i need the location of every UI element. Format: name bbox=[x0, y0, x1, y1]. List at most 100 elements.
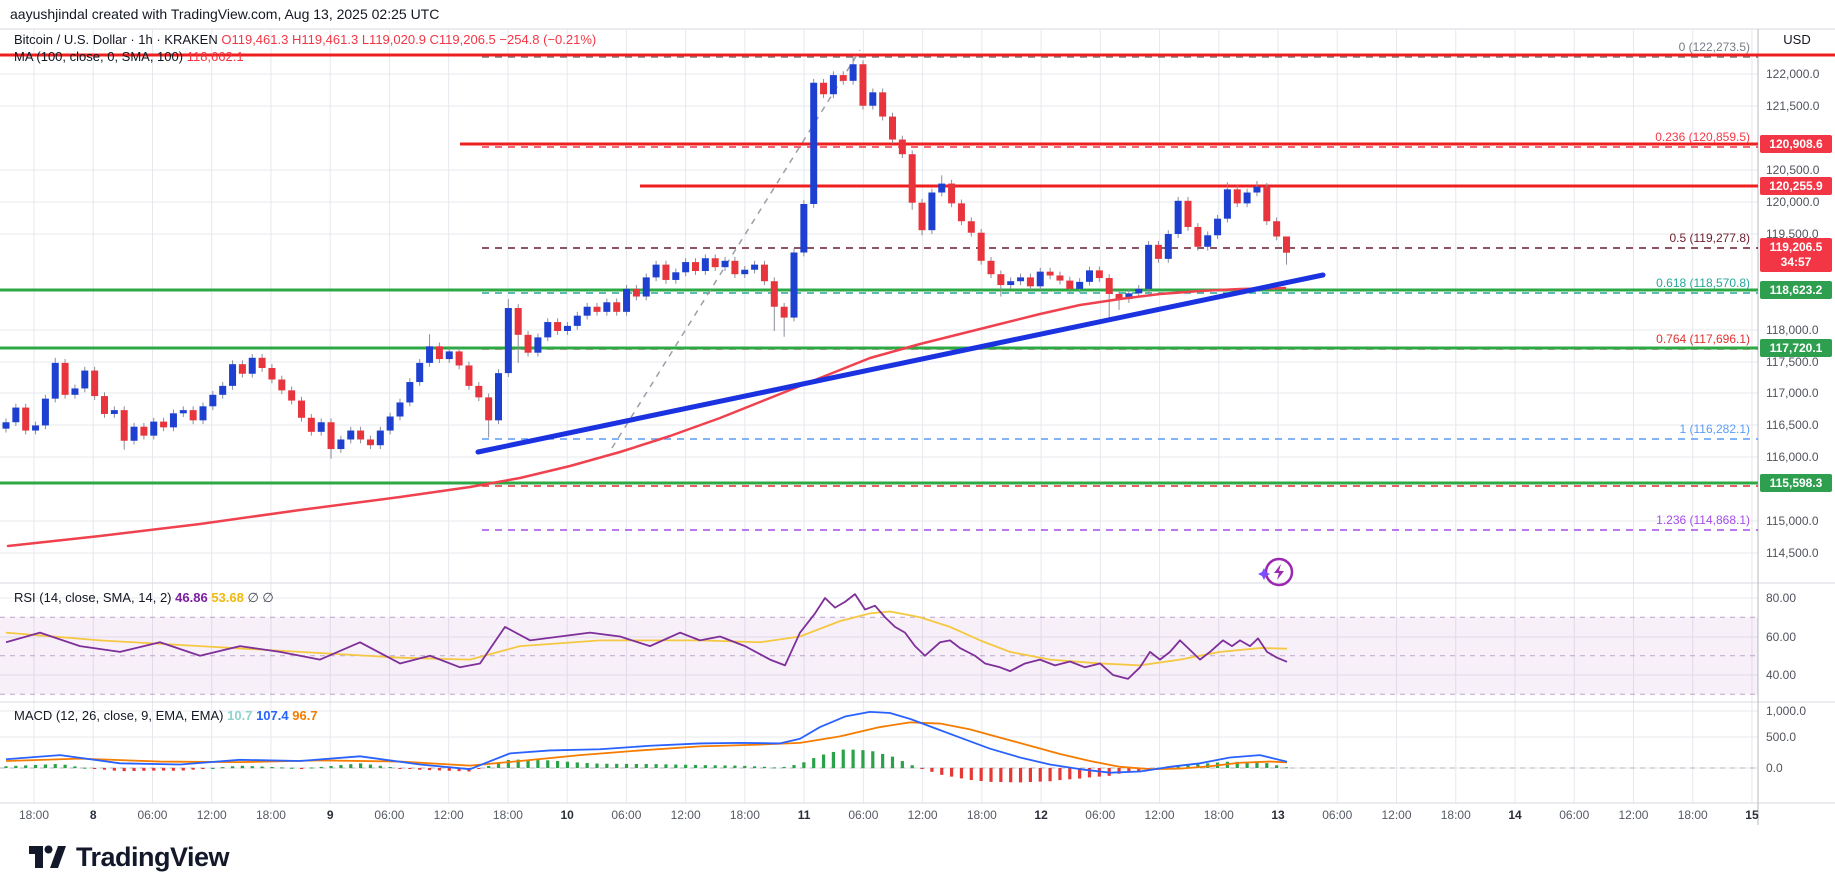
macd-histogram-bar bbox=[359, 763, 362, 768]
time-axis-label[interactable]: 18:00 bbox=[256, 808, 286, 822]
macd-histogram-bar bbox=[64, 765, 67, 768]
price-axis-tick[interactable]: 115,000.0 bbox=[1766, 514, 1819, 528]
candle-body bbox=[584, 307, 591, 316]
time-axis-label[interactable]: 18:00 bbox=[493, 808, 523, 822]
price-axis-tick[interactable]: 500.0 bbox=[1766, 730, 1796, 744]
price-axis-tick[interactable]: 80.00 bbox=[1766, 591, 1796, 605]
price-axis-tick[interactable]: 117,000.0 bbox=[1766, 386, 1819, 400]
time-axis-label[interactable]: 12 bbox=[1034, 808, 1047, 822]
time-axis-label[interactable]: 06:00 bbox=[137, 808, 167, 822]
candle-body bbox=[140, 427, 147, 436]
time-axis-label[interactable]: 14 bbox=[1508, 808, 1521, 822]
symbol-legend[interactable]: Bitcoin / U.S. Dollar · 1h · KRAKEN O119… bbox=[14, 32, 596, 47]
candle-body bbox=[200, 406, 207, 420]
macd-histogram-bar bbox=[1019, 768, 1022, 782]
time-axis-label[interactable]: 12:00 bbox=[1382, 808, 1412, 822]
time-axis-label[interactable]: 10 bbox=[560, 808, 573, 822]
price-axis-tick[interactable]: 40.00 bbox=[1766, 668, 1796, 682]
time-axis-label[interactable]: 06:00 bbox=[374, 808, 404, 822]
candle-body bbox=[889, 117, 896, 140]
time-axis-label[interactable]: 06:00 bbox=[1322, 808, 1352, 822]
candle-body bbox=[820, 83, 827, 94]
macd-histogram-bar bbox=[970, 768, 973, 780]
macd-legend[interactable]: MACD (12, 26, close, 9, EMA, EMA) 10.7 1… bbox=[14, 708, 318, 723]
time-axis-label[interactable]: 06:00 bbox=[1559, 808, 1589, 822]
price-level-label[interactable]: 118,623.2 bbox=[1760, 281, 1832, 299]
price-axis-tick[interactable]: 118,000.0 bbox=[1766, 323, 1819, 337]
time-axis-label[interactable]: 8 bbox=[90, 808, 97, 822]
candle-body bbox=[1007, 281, 1014, 285]
time-axis-label[interactable]: 18:00 bbox=[730, 808, 760, 822]
candle-body bbox=[1145, 245, 1152, 289]
price-axis-tick[interactable]: 114,500.0 bbox=[1766, 546, 1819, 560]
price-level-label[interactable]: 115,598.3 bbox=[1760, 474, 1832, 492]
macd-histogram-bar bbox=[546, 760, 549, 768]
price-axis-tick[interactable]: 121,500.0 bbox=[1766, 99, 1819, 113]
candle-body bbox=[1283, 236, 1290, 252]
price-axis-tick[interactable]: 120,500.0 bbox=[1766, 163, 1819, 177]
time-axis-label[interactable]: 12:00 bbox=[434, 808, 464, 822]
time-axis-label[interactable]: 06:00 bbox=[611, 808, 641, 822]
candle-body bbox=[968, 221, 975, 232]
price-axis-currency[interactable]: USD bbox=[1759, 32, 1835, 47]
time-axis-label[interactable]: 18:00 bbox=[19, 808, 49, 822]
candle-body bbox=[633, 289, 640, 297]
price-axis-tick[interactable]: 0.0 bbox=[1766, 761, 1783, 775]
time-axis-label[interactable]: 12:00 bbox=[1145, 808, 1175, 822]
time-axis-label[interactable]: 06:00 bbox=[1085, 808, 1115, 822]
candle-body bbox=[859, 64, 866, 105]
candle-body bbox=[3, 422, 10, 428]
macd-histogram-bar bbox=[369, 765, 372, 768]
time-axis-label[interactable]: 15 bbox=[1745, 808, 1758, 822]
time-axis-label[interactable]: 12:00 bbox=[908, 808, 938, 822]
time-axis-label[interactable]: 06:00 bbox=[848, 808, 878, 822]
tradingview-wordmark: TradingView bbox=[76, 842, 229, 873]
candle-body bbox=[1244, 193, 1251, 204]
rsi-null-values: ∅ ∅ bbox=[247, 590, 273, 605]
candle-body bbox=[781, 307, 788, 318]
price-axis-tick[interactable]: 1,000.0 bbox=[1766, 704, 1806, 718]
candle-body bbox=[692, 262, 699, 271]
rsi-legend[interactable]: RSI (14, close, SMA, 14, 2) 46.86 53.68 … bbox=[14, 590, 274, 606]
price-axis-tick[interactable]: 116,000.0 bbox=[1766, 450, 1819, 464]
candle-body bbox=[278, 379, 285, 390]
time-axis-label[interactable]: 18:00 bbox=[1204, 808, 1234, 822]
candle-body bbox=[219, 386, 226, 395]
price-level-label[interactable]: 120,255.9 bbox=[1760, 177, 1832, 195]
candle-body bbox=[288, 390, 295, 400]
candle-body bbox=[1027, 277, 1034, 286]
time-axis-label[interactable]: 9 bbox=[327, 808, 334, 822]
candle-body bbox=[239, 364, 246, 374]
time-axis-label[interactable]: 18:00 bbox=[967, 808, 997, 822]
price-axis-tick[interactable]: 122,000.0 bbox=[1766, 67, 1819, 81]
macd-histogram-bar bbox=[132, 768, 135, 771]
time-axis-label[interactable]: 18:00 bbox=[1441, 808, 1471, 822]
macd-histogram-bar bbox=[714, 765, 717, 768]
candle-body bbox=[377, 431, 384, 446]
macd-histogram-bar bbox=[842, 750, 845, 768]
time-axis-label[interactable]: 12:00 bbox=[671, 808, 701, 822]
candle-body bbox=[121, 410, 128, 441]
macd-histogram-bar bbox=[310, 768, 313, 769]
fib-level-label: 0 (122,273.5) bbox=[1450, 40, 1750, 54]
time-axis-label[interactable]: 12:00 bbox=[1618, 808, 1648, 822]
tradingview-logo[interactable]: TradingView bbox=[28, 840, 229, 874]
time-axis-label[interactable]: 11 bbox=[798, 808, 811, 822]
ma-legend[interactable]: MA (100, close, 0, SMA, 100) 118,662.1 bbox=[14, 49, 244, 64]
price-axis-tick[interactable]: 60.00 bbox=[1766, 630, 1796, 644]
current-price-label[interactable]: 119,206.534:57 bbox=[1760, 238, 1832, 272]
price-axis-tick[interactable]: 120,000.0 bbox=[1766, 195, 1819, 209]
price-level-label[interactable]: 120,908.6 bbox=[1760, 135, 1832, 153]
time-axis-label[interactable]: 12:00 bbox=[197, 808, 227, 822]
candle-body bbox=[32, 425, 39, 430]
macd-histogram-bar bbox=[221, 767, 224, 768]
time-axis-label[interactable]: 13 bbox=[1271, 808, 1284, 822]
price-axis-tick[interactable]: 116,500.0 bbox=[1766, 418, 1819, 432]
price-axis-tick[interactable]: 117,500.0 bbox=[1766, 355, 1819, 369]
macd-histogram-bar bbox=[645, 764, 648, 768]
macd-histogram-bar bbox=[684, 765, 687, 768]
time-axis-label[interactable]: 18:00 bbox=[1678, 808, 1708, 822]
price-level-label[interactable]: 117,720.1 bbox=[1760, 339, 1832, 357]
macd-histogram-bar bbox=[320, 767, 323, 768]
macd-histogram-bar bbox=[822, 754, 825, 768]
